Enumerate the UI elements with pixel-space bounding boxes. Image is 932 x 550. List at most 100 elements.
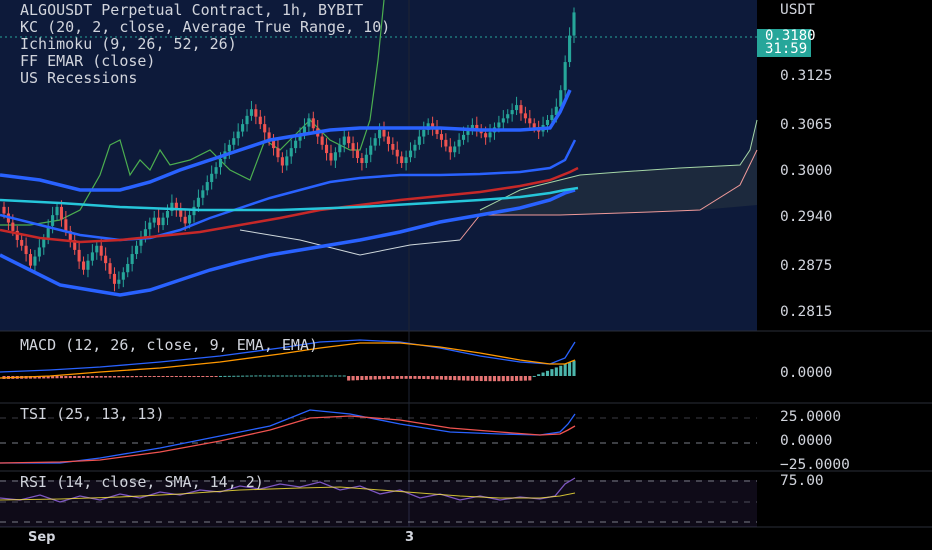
indicator-ff-emar[interactable]: FF EMAR (close)	[20, 53, 155, 70]
rsi-label[interactable]: RSI (14, close, SMA, 14, 2)	[20, 474, 264, 491]
candle-body	[271, 140, 276, 149]
candle-body	[117, 279, 121, 284]
macd-hist-bar	[484, 376, 488, 382]
candle-body	[20, 239, 24, 246]
candle-body	[422, 129, 426, 137]
tsi-tick: 0.0000	[780, 433, 833, 449]
bar-countdown: 31:59	[765, 41, 808, 57]
price-tick: 0.2815	[780, 304, 833, 320]
macd-hist-bar	[143, 376, 147, 378]
candle-body	[95, 245, 99, 253]
candle-body	[28, 254, 33, 266]
macd-hist-bar	[404, 376, 408, 379]
tsi-label[interactable]: TSI (25, 13, 13)	[20, 406, 165, 423]
candle-body	[2, 206, 6, 214]
candle-body	[90, 252, 94, 261]
candle-body	[351, 143, 355, 151]
candle-body	[196, 197, 200, 207]
macd-hist-bar	[519, 376, 523, 381]
price-tick: 0.3065	[780, 117, 833, 133]
macd-hist-bar	[369, 376, 373, 380]
candle-body	[355, 150, 360, 159]
candle-body	[391, 143, 395, 150]
tsi-tick: −25.0000	[780, 457, 850, 470]
price-tick: 0.3125	[780, 68, 833, 84]
candle-body	[515, 105, 519, 111]
macd-histogram	[2, 360, 576, 382]
macd-hist-bar	[506, 376, 510, 382]
macd-hist-bar	[192, 376, 196, 377]
macd-hist-bar	[298, 375, 302, 377]
macd-hist-bar	[152, 376, 156, 377]
macd-hist-bar	[276, 375, 280, 377]
candle-body	[258, 116, 262, 125]
candle-body	[108, 263, 112, 274]
candle-body	[254, 109, 258, 117]
candle-body	[360, 158, 364, 164]
macd-hist-bar	[267, 375, 271, 377]
macd-hist-bar	[488, 376, 492, 382]
macd-hist-bar	[218, 375, 223, 377]
candle-body	[157, 217, 161, 226]
candle-body	[572, 12, 576, 36]
macd-hist-bar	[408, 376, 413, 379]
indicator-ichimoku[interactable]: Ichimoku (9, 26, 52, 26)	[20, 36, 237, 53]
macd-hist-bar	[179, 376, 183, 377]
indicator-us-recessions[interactable]: US Recessions	[20, 70, 137, 87]
candle-body	[329, 153, 333, 161]
macd-hist-bar	[338, 375, 342, 377]
candle-body	[307, 118, 311, 127]
macd-hist-bar	[453, 376, 457, 381]
macd-label[interactable]: MACD (12, 26, close, 9, EMA, EMA)	[20, 337, 318, 354]
macd-hist-bar	[232, 375, 236, 377]
candle-body	[55, 206, 59, 216]
candle-body	[320, 136, 324, 145]
candle-body	[135, 245, 139, 255]
macd-hist-bar	[73, 376, 77, 379]
macd-hist-bar	[523, 376, 527, 381]
candle-body	[417, 136, 421, 145]
macd-hist-bar	[554, 367, 558, 376]
macd-hist-bar	[135, 376, 139, 378]
macd-hist-bar	[201, 376, 205, 377]
candle-body	[148, 222, 152, 230]
macd-hist-bar	[285, 375, 289, 377]
macd-hist-bar	[528, 376, 532, 381]
macd-hist-bar	[510, 376, 514, 382]
candle-body	[183, 216, 187, 224]
macd-hist-bar	[532, 375, 536, 377]
candle-body	[280, 157, 284, 166]
candle-body	[51, 215, 55, 226]
macd-hist-bar	[59, 376, 63, 379]
macd-hist-bar	[90, 376, 94, 378]
macd-hist-bar	[391, 376, 395, 379]
candle-body	[506, 114, 510, 119]
macd-hist-bar	[395, 376, 399, 379]
candle-body	[395, 149, 399, 157]
candle-body	[218, 158, 223, 168]
macd-hist-bar	[210, 376, 214, 377]
macd-hist-bar	[196, 376, 200, 377]
candle-body	[294, 140, 298, 149]
candle-body	[528, 118, 532, 124]
macd-hist-bar	[263, 375, 267, 377]
macd-hist-bar	[355, 376, 360, 381]
macd-hist-bar	[139, 376, 143, 378]
macd-hist-bar	[183, 376, 187, 377]
macd-hist-bar	[479, 376, 483, 382]
macd-hist-bar	[448, 376, 452, 380]
candle-body	[342, 136, 346, 145]
macd-hist-bar	[245, 375, 249, 377]
indicator-kc[interactable]: KC (20, 2, close, Average True Range, 10…	[20, 19, 390, 36]
macd-hist-bar	[81, 376, 86, 378]
macd-hist-bar	[320, 375, 324, 377]
candle-body	[444, 139, 448, 147]
candle-body	[364, 154, 368, 164]
macd-hist-bar	[117, 376, 121, 378]
candle-body	[550, 115, 554, 120]
candle-body	[448, 146, 452, 153]
macd-hist-bar	[227, 375, 231, 377]
candle-body	[24, 245, 28, 255]
candle-body	[501, 118, 505, 123]
candle-body	[413, 144, 417, 151]
